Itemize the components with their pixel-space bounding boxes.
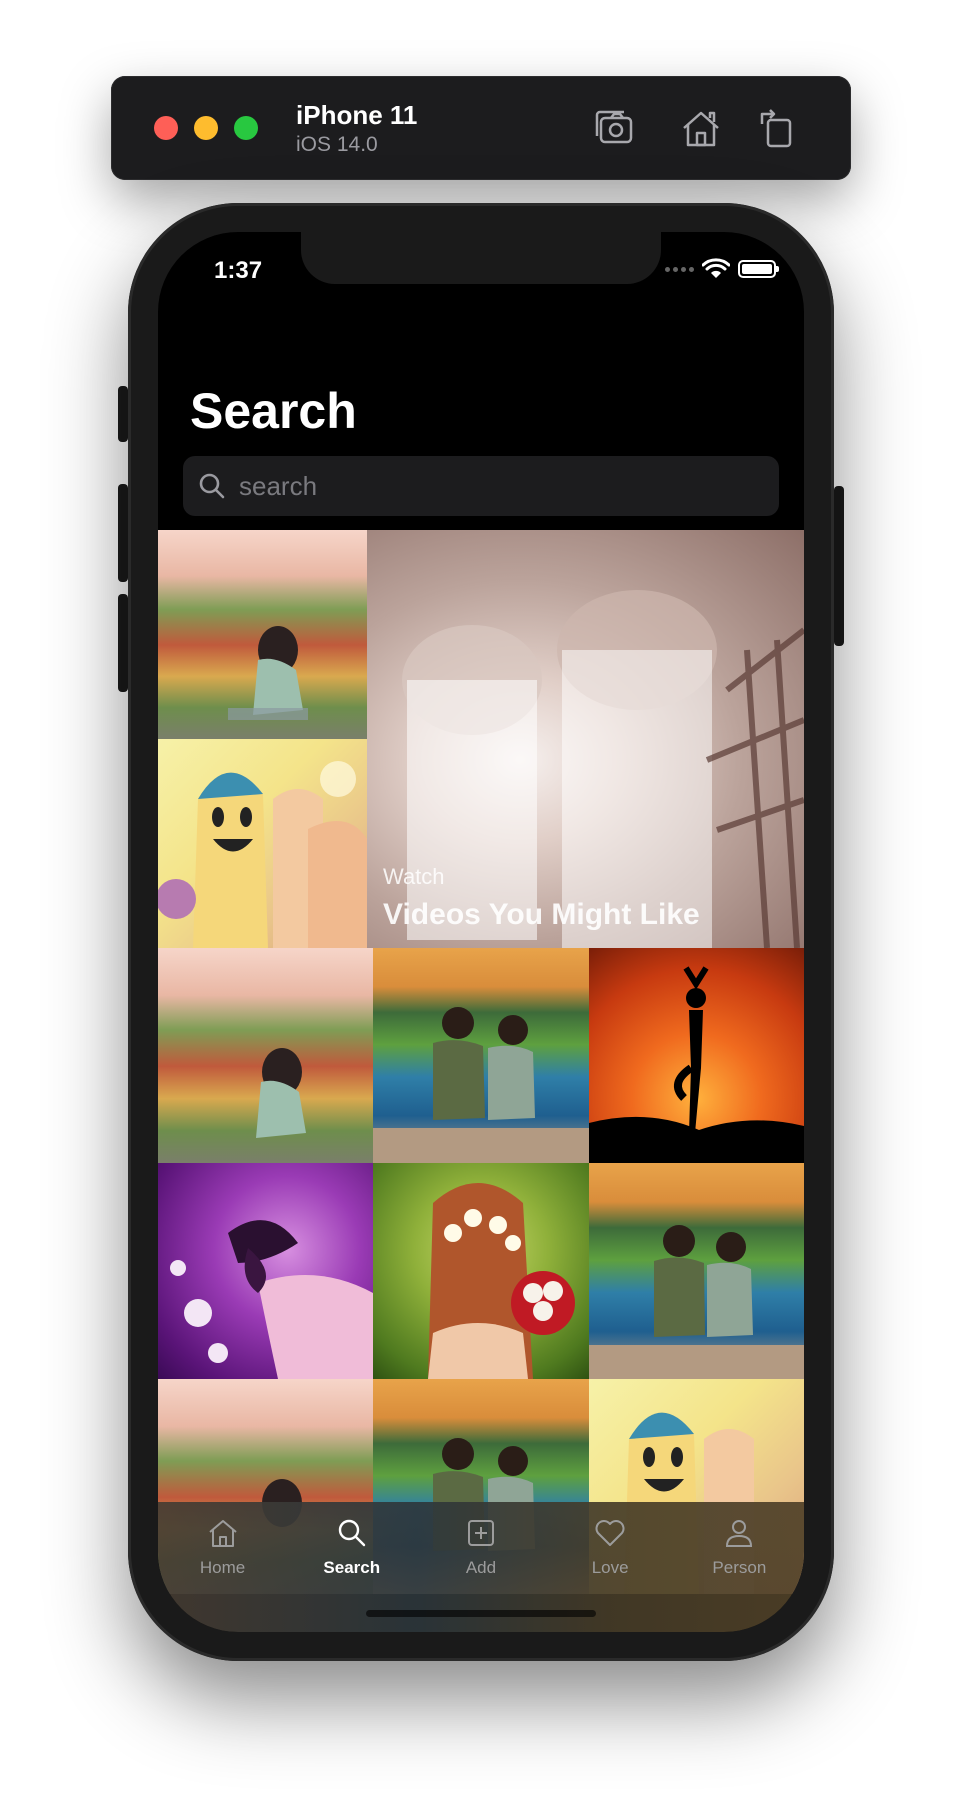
zoom-window-button[interactable] bbox=[234, 116, 258, 140]
home-icon[interactable] bbox=[678, 106, 724, 152]
status-indicators bbox=[665, 258, 779, 280]
mute-switch bbox=[118, 386, 128, 442]
girl-sitting-image bbox=[228, 626, 308, 720]
photo-tile[interactable] bbox=[158, 948, 373, 1163]
hero-title: Videos You Might Like bbox=[383, 898, 700, 931]
photo-tile[interactable] bbox=[589, 1163, 804, 1379]
search-icon bbox=[338, 1519, 365, 1547]
photo-tile[interactable] bbox=[158, 739, 367, 948]
bride-flowers-image bbox=[428, 1183, 575, 1379]
photo-tile[interactable] bbox=[373, 1163, 589, 1379]
volume-down-button bbox=[118, 594, 128, 692]
status-time: 1:37 bbox=[214, 257, 263, 284]
simulator-device-name: iPhone 11 bbox=[296, 100, 418, 130]
rotate-icon[interactable] bbox=[754, 106, 800, 152]
add-icon bbox=[467, 1520, 494, 1546]
explore-grid: Watch Videos You Might Like bbox=[158, 530, 804, 1594]
simulator-os-version: iOS 14.0 bbox=[296, 133, 378, 156]
photo-tile[interactable] bbox=[373, 948, 589, 1163]
home-indicator bbox=[366, 1610, 596, 1617]
heart-icon bbox=[595, 1520, 625, 1546]
smiley-fingers-image bbox=[158, 761, 367, 948]
hero-video-tile[interactable]: Watch Videos You Might Like bbox=[367, 530, 804, 948]
tab-label: Home bbox=[199, 1558, 246, 1577]
iphone-screen: 1:37 Search search Watch Videos You Migh… bbox=[158, 232, 804, 1632]
volume-up-button bbox=[118, 484, 128, 582]
battery-icon bbox=[738, 260, 779, 278]
photo-tile[interactable] bbox=[158, 1163, 373, 1379]
photo-tile[interactable] bbox=[589, 948, 804, 1163]
person-icon bbox=[726, 1520, 753, 1547]
minimize-window-button[interactable] bbox=[194, 116, 218, 140]
yoga-silhouette-image bbox=[589, 966, 804, 1163]
search-input[interactable] bbox=[239, 470, 759, 502]
kids-by-lake-image bbox=[589, 1225, 804, 1379]
hero-kicker: Watch bbox=[383, 864, 445, 889]
simulator-title-bar bbox=[111, 76, 851, 180]
power-button bbox=[834, 486, 844, 646]
photo-tile[interactable] bbox=[158, 530, 367, 739]
tab-label: Add bbox=[465, 1558, 497, 1577]
screenshot-icon[interactable] bbox=[592, 106, 638, 152]
close-window-button[interactable] bbox=[154, 116, 178, 140]
page-title: Search bbox=[190, 383, 357, 439]
butterfly-hand-image bbox=[170, 1220, 373, 1379]
cellular-signal-icon bbox=[665, 266, 694, 272]
hero-caption: Watch Videos You Might Like bbox=[383, 864, 700, 932]
girl-sitting-image bbox=[256, 1048, 306, 1138]
tab-label: Search bbox=[323, 1558, 381, 1577]
tab-label: Person bbox=[712, 1558, 767, 1577]
notch bbox=[301, 232, 661, 284]
wifi-icon bbox=[702, 258, 730, 278]
search-icon bbox=[199, 473, 225, 499]
kids-by-lake-image bbox=[373, 1007, 589, 1163]
tab-person[interactable]: Person bbox=[684, 1516, 794, 1632]
home-icon bbox=[208, 1520, 237, 1547]
tab-home[interactable]: Home bbox=[168, 1516, 278, 1632]
tab-label: Love bbox=[591, 1558, 629, 1577]
search-bar[interactable] bbox=[183, 456, 779, 516]
